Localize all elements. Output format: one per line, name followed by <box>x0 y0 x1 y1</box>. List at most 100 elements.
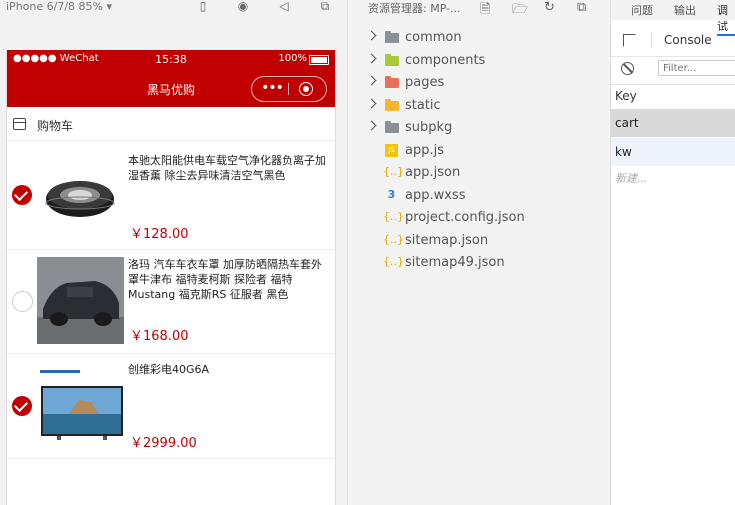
folder-icon <box>385 98 399 111</box>
tree-item-label: app.js <box>405 142 444 158</box>
tree-file-row[interactable]: {..} app.json <box>348 162 610 184</box>
capsule-divider <box>288 83 289 95</box>
tree-file-row[interactable]: JS app.js <box>348 140 610 162</box>
folder-tab <box>385 121 391 124</box>
tree-item-label: app.wxss <box>405 187 466 203</box>
clear-icon[interactable] <box>621 62 634 75</box>
filter-input[interactable] <box>658 60 735 76</box>
chevron-right-icon[interactable] <box>366 30 377 41</box>
folder-tab <box>385 98 391 102</box>
collapse-all-icon[interactable]: ⧉ <box>577 0 586 15</box>
close-mini-program-icon[interactable] <box>299 82 313 96</box>
cart-header: 购物车 <box>7 110 335 141</box>
filter-row <box>611 56 735 85</box>
refresh-icon[interactable]: ↻ <box>544 0 555 15</box>
folder-icon <box>385 76 399 88</box>
storage-row[interactable]: kw <box>611 138 735 166</box>
simulator-toolbar: iPhone 6/7/8 85% ▾ ▯ ◉ ◁ ⧉ <box>0 0 345 16</box>
goods-price: ￥2999.00 <box>130 436 197 451</box>
cart-item: 本驰太阳能供电车载空气净化器负离子加湿香薰 除尘去异味清洁空气黑色 ￥128.0… <box>7 141 335 250</box>
tree-item-label: static <box>405 97 441 113</box>
tv-image <box>39 362 125 448</box>
tab-output[interactable]: 输出 <box>674 2 696 18</box>
tree-item-label: project.config.json <box>405 210 525 225</box>
air-purifier-image <box>45 181 115 217</box>
item-checkbox[interactable] <box>12 291 33 312</box>
chevron-right-icon[interactable] <box>366 98 377 108</box>
chevron-right-icon[interactable] <box>366 75 377 86</box>
new-entry-label: 新建... <box>615 172 648 185</box>
window-icon[interactable]: ⧉ <box>318 0 332 13</box>
tree-folder-row[interactable]: subpkg <box>348 117 610 139</box>
goods-name: 本驰太阳能供电车载空气净化器负离子加湿香薰 除尘去异味清洁空气黑色 <box>128 154 326 182</box>
json-file-icon: {..} <box>383 165 404 178</box>
goods-name: 创维彩电40G6A <box>128 363 210 376</box>
item-checkbox[interactable] <box>12 185 32 205</box>
json-file-icon: {..} <box>383 210 404 223</box>
tab-problems[interactable]: 问题 <box>631 2 653 18</box>
storage-key: kw <box>615 145 632 159</box>
js-file-icon: JS <box>385 143 398 157</box>
tree-file-row[interactable]: {..} sitemap.json <box>348 230 610 252</box>
inspect-icon[interactable] <box>623 34 636 47</box>
tree-file-row[interactable]: {..} project.config.json <box>348 207 610 229</box>
item-checkbox[interactable] <box>12 396 32 416</box>
goods-price: ￥168.00 <box>130 329 189 344</box>
volume-icon[interactable]: ◁ <box>277 0 291 13</box>
shop-icon-line <box>14 122 25 123</box>
storage-key-header: Key <box>611 85 735 110</box>
tree-folder-row[interactable]: static <box>348 95 610 117</box>
tree-item-label: components <box>405 52 486 68</box>
new-storage-entry[interactable]: 新建... <box>611 167 735 187</box>
tree-item-label: common <box>405 30 462 45</box>
phone-icon[interactable]: ▯ <box>196 0 210 13</box>
tab-console[interactable]: Console <box>664 33 712 47</box>
cart-item: 洛玛 汽车车衣车罩 加厚防晒隔热车套外罩牛津布 福特麦柯斯 探险者 福特Must… <box>7 249 335 354</box>
devtools-toolbar: Console <box>611 26 735 57</box>
tree-folder-row[interactable]: common <box>348 27 610 49</box>
new-file-icon[interactable]: 🗎 <box>480 0 490 22</box>
status-battery-text: 100% <box>278 53 307 64</box>
tree-item-label: sitemap49.json <box>405 255 505 270</box>
device-selector[interactable]: iPhone 6/7/8 85% ▾ <box>6 0 112 13</box>
debug-pane: 问题 输出 调试 Console Key cart kw 新建... <box>610 0 735 505</box>
css-file-icon: 3 <box>387 187 396 201</box>
chevron-right-icon[interactable] <box>366 120 377 131</box>
tree-item-label: app.json <box>405 165 461 180</box>
tree-folder-row[interactable]: components <box>348 50 610 72</box>
tree-item-label: pages <box>405 75 445 90</box>
folder-icon <box>385 121 399 133</box>
storage-row[interactable]: cart <box>611 109 735 137</box>
folder-tab <box>385 76 391 79</box>
tree-file-row[interactable]: {..} sitemap49.json <box>348 252 610 274</box>
chevron-right-icon[interactable] <box>366 53 377 63</box>
more-icon[interactable]: ••• <box>256 77 288 101</box>
goods-image[interactable] <box>37 257 124 344</box>
goods-price: ￥128.00 <box>130 227 189 242</box>
goods-image[interactable] <box>39 362 125 448</box>
folder-tab <box>385 31 391 34</box>
storage-key: cart <box>615 116 639 130</box>
tree-item-label: sitemap.json <box>405 232 489 248</box>
folder-icon <box>385 53 399 66</box>
json-file-icon: {..} <box>383 255 404 268</box>
goods-image[interactable] <box>37 153 123 239</box>
explorer-pane: 资源管理器: MP-... 🗎 🗁 ↻ ⧉ common components pa… <box>347 0 610 505</box>
json-file-icon: {..} <box>383 232 404 246</box>
phone-screen: ●●●●● WeChat 15:38 100% 黑马优购 ••• 购物车 本驰太… <box>6 50 336 505</box>
debug-tabs: 问题 输出 调试 <box>611 0 735 36</box>
tree-folder-row[interactable]: pages <box>348 72 610 94</box>
goods-name: 洛玛 汽车车衣车罩 加厚防晒隔热车套外罩牛津布 福特麦柯斯 探险者 福特Must… <box>128 258 322 301</box>
menu-capsule: ••• <box>251 76 327 102</box>
simulator-pane: iPhone 6/7/8 85% ▾ ▯ ◉ ◁ ⧉ ●●●●● WeChat … <box>0 0 345 505</box>
clear-icon-slash <box>622 63 633 74</box>
check-icon <box>13 397 29 413</box>
toolbar-divider <box>651 32 652 48</box>
record-icon[interactable]: ◉ <box>236 0 250 13</box>
new-folder-icon[interactable]: 🗁 <box>512 0 528 22</box>
folder-icon <box>385 31 399 43</box>
tree-file-row[interactable]: 3 app.wxss <box>348 185 610 207</box>
cart-title: 购物车 <box>37 119 74 133</box>
battery-icon <box>309 55 329 65</box>
key-column-label: Key <box>615 89 637 103</box>
